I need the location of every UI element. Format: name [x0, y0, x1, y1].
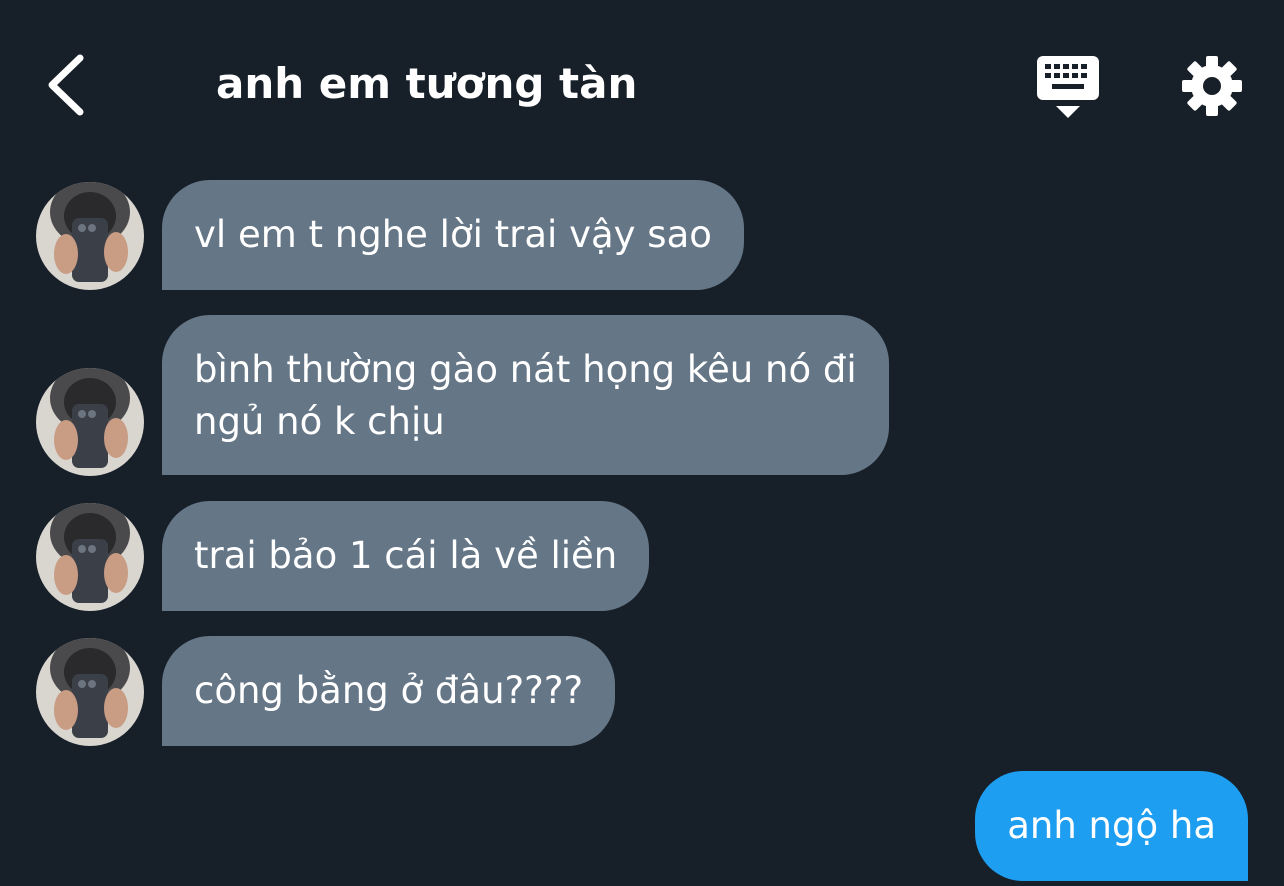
avatar-photo [36, 182, 144, 290]
incoming-message-bubble[interactable]: vl em t nghe lời trai vậy sao [162, 180, 744, 290]
incoming-message-bubble[interactable]: trai bảo 1 cái là về liền [162, 501, 650, 611]
back-button[interactable] [38, 50, 98, 120]
incoming-message-bubble[interactable]: công bằng ở đâu???? [162, 636, 616, 746]
avatar-photo [36, 638, 144, 746]
conversation-title: anh em tương tàn [216, 59, 638, 108]
avatar[interactable] [36, 638, 144, 746]
incoming-message-bubble[interactable]: bình thường gào nát họng kêu nó đi ngủ n… [162, 315, 889, 475]
avatar-photo [36, 368, 144, 476]
settings-button[interactable] [1180, 54, 1244, 118]
keyboard-button[interactable] [1034, 54, 1102, 120]
avatar[interactable] [36, 182, 144, 290]
avatar[interactable] [36, 503, 144, 611]
keyboard-icon [1037, 56, 1099, 118]
chat-header: anh em tương tàn [0, 0, 1284, 170]
outgoing-message-bubble[interactable]: anh ngộ ha [975, 771, 1248, 881]
gear-icon [1182, 56, 1242, 116]
chevron-left-icon [48, 54, 84, 116]
chat-screen: anh em tương tàn vl em t nghe lời trai v… [0, 0, 1284, 886]
avatar-photo [36, 503, 144, 611]
avatar[interactable] [36, 368, 144, 476]
